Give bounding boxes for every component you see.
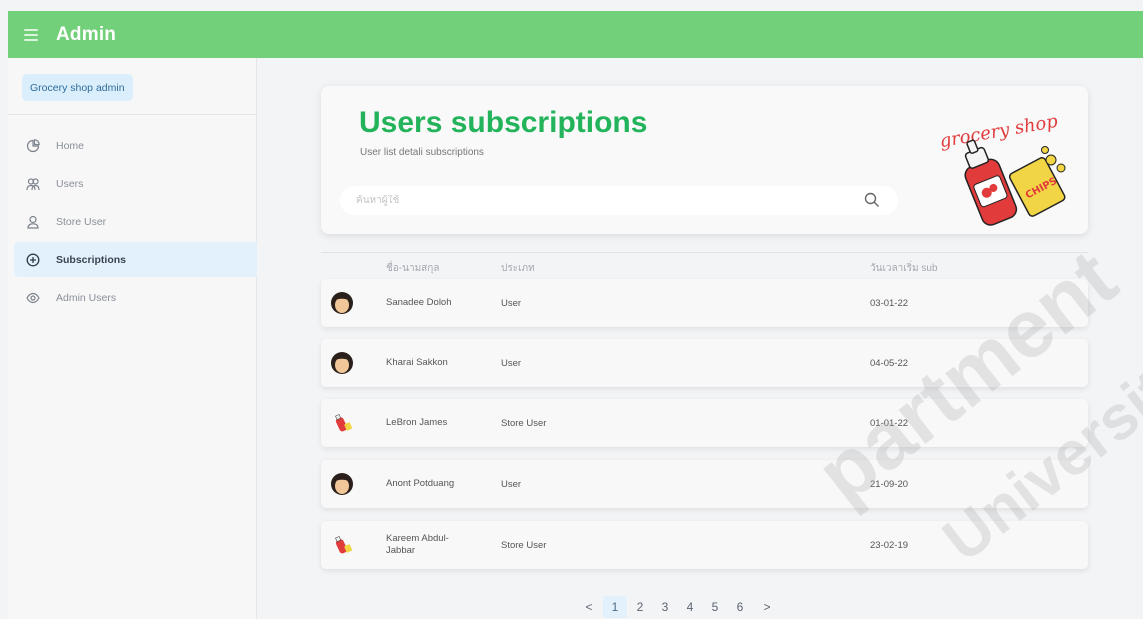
sidebar-item-label: Store User: [56, 215, 107, 228]
column-header-start-date: วันเวลาเริ่ม sub: [870, 263, 938, 274]
sidebar-item-home[interactable]: Home: [8, 128, 257, 163]
row-name: Sanadee Doloh: [386, 297, 452, 308]
page-button-5[interactable]: 5: [703, 596, 727, 618]
sidebar-item-label: Home: [56, 139, 85, 152]
row-date: 04-05-22: [870, 357, 909, 369]
row-type: User: [501, 357, 522, 369]
search-input[interactable]: [356, 195, 836, 206]
person-avatar-icon: [330, 472, 354, 496]
row-name: Kharai Sakkon: [386, 357, 448, 368]
next-page-button[interactable]: >: [753, 596, 781, 618]
row-name: Kareem Abdul-Jabbar: [386, 533, 449, 556]
search-bar: [340, 186, 898, 215]
grocery-logo-avatar-icon: [330, 533, 354, 557]
grocery-shop-logo: grocery shop CHIPS: [933, 102, 1073, 228]
row-type: Store User: [501, 417, 547, 429]
top-app-bar: Admin: [8, 11, 1143, 58]
sidebar-item-users[interactable]: Users: [8, 166, 257, 201]
row-type: User: [501, 297, 522, 309]
sidebar: Grocery shop admin Home Users Store User…: [8, 58, 257, 619]
sidebar-divider: [8, 114, 257, 115]
page-button-4[interactable]: 4: [678, 596, 702, 618]
logo-text: grocery shop: [938, 111, 1060, 152]
row-date: 21-09-20: [870, 478, 909, 490]
row-date: 23-02-19: [870, 539, 909, 551]
header-card: Users subscriptions User list detali sub…: [321, 86, 1088, 234]
page-title: Users subscriptions: [359, 106, 648, 139]
table-row[interactable]: Anont Potduang User 21-09-20: [321, 460, 1088, 508]
plus-circle-icon: [26, 253, 40, 267]
page-subtitle: User list detali subscriptions: [360, 147, 484, 158]
user-icon: [26, 215, 40, 229]
grocery-logo-avatar-icon: [330, 411, 354, 435]
eye-icon: [26, 291, 40, 305]
table-row[interactable]: Kharai Sakkon User 04-05-22: [321, 339, 1088, 387]
row-name: LeBron James: [386, 417, 448, 428]
person-avatar-icon: [330, 351, 354, 375]
sidebar-item-subscriptions[interactable]: Subscriptions: [14, 242, 257, 277]
page-button-1[interactable]: 1: [603, 596, 627, 618]
pagination: < 1 2 3 4 5 6 >: [575, 596, 781, 618]
column-header-name: ชื่อ-นามสกุล: [386, 263, 440, 274]
row-date: 01-01-22: [870, 417, 909, 429]
hamburger-menu-icon[interactable]: [24, 28, 38, 41]
column-header-type: ประเภท: [501, 263, 535, 274]
page-button-3[interactable]: 3: [653, 596, 677, 618]
person-avatar-icon: [330, 291, 354, 315]
table-row[interactable]: Kareem Abdul-Jabbar Store User 23-02-19: [321, 521, 1088, 569]
row-type: User: [501, 478, 522, 490]
sidebar-item-admin-users[interactable]: Admin Users: [8, 280, 257, 315]
shop-admin-chip[interactable]: Grocery shop admin: [22, 74, 133, 101]
sidebar-nav: Home Users Store User Subscriptions Admi…: [8, 128, 257, 318]
pie-chart-icon: [26, 138, 40, 153]
sidebar-item-label: Admin Users: [56, 291, 117, 304]
row-name: Anont Potduang: [386, 478, 455, 489]
page-button-6[interactable]: 6: [728, 596, 752, 618]
row-date: 03-01-22: [870, 297, 909, 309]
page-button-2[interactable]: 2: [628, 596, 652, 618]
table-header: ชื่อ-นามสกุล ประเภท วันเวลาเริ่ม sub: [321, 252, 1088, 274]
prev-page-button[interactable]: <: [575, 596, 603, 618]
sidebar-item-label: Subscriptions: [56, 253, 127, 266]
sidebar-item-store-user[interactable]: Store User: [8, 204, 257, 239]
sidebar-item-label: Users: [56, 177, 84, 190]
table-row[interactable]: Sanadee Doloh User 03-01-22: [321, 279, 1088, 327]
app-title: Admin: [56, 23, 117, 45]
table-row[interactable]: LeBron James Store User 01-01-22: [321, 399, 1088, 447]
users-icon: [26, 177, 40, 191]
row-type: Store User: [501, 539, 547, 551]
search-icon[interactable]: [864, 192, 880, 208]
